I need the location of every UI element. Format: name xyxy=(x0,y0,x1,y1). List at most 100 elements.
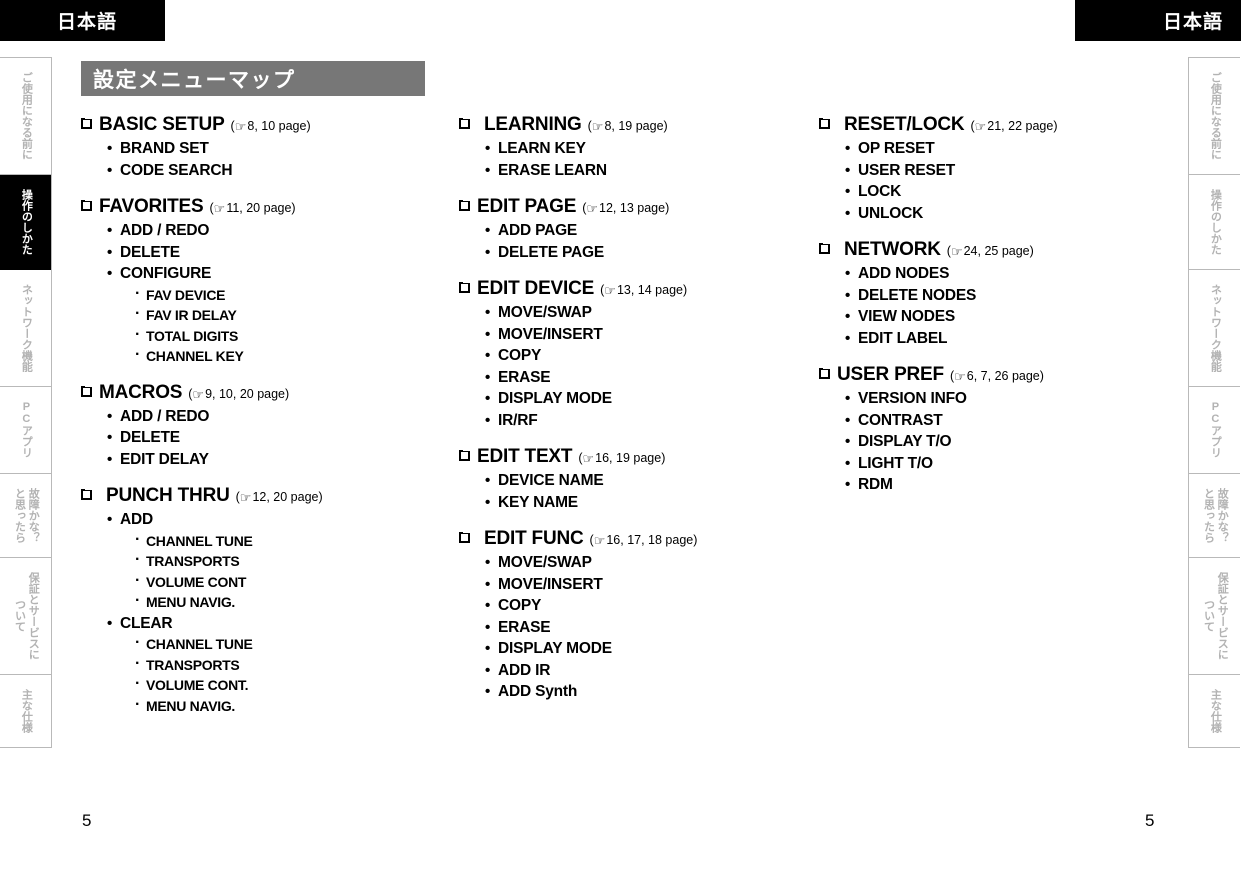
section-tab-left-4[interactable]: 故障かな？ と思ったら xyxy=(0,473,51,558)
section-tab-label: 保証とサービスに ついて xyxy=(1202,571,1229,660)
menu-item[interactable]: OP RESET xyxy=(845,138,1159,160)
menu-item[interactable]: ERASE xyxy=(485,617,819,639)
menu-subitem[interactable]: TRANSPORTS xyxy=(134,550,459,572)
menu-group-title: NETWORK xyxy=(844,239,941,260)
menu-item[interactable]: MOVE/SWAP xyxy=(485,302,819,324)
menu-subitem[interactable]: CHANNEL TUNE xyxy=(134,633,459,655)
section-tab-left-5[interactable]: 保証とサービスに ついて xyxy=(0,557,51,675)
menu-item[interactable]: COPY xyxy=(485,345,819,367)
menu-item[interactable]: ERASE xyxy=(485,367,819,389)
menu-subitem[interactable]: MENU NAVIG. xyxy=(134,591,459,613)
menu-item[interactable]: CODE SEARCH xyxy=(107,160,459,182)
menu-group-header: EDIT PAGE (☞12, 13 page) xyxy=(459,196,819,218)
section-tab-left-1[interactable]: 操作のしかた xyxy=(0,175,51,271)
menu-item-list: LEARN KEY ERASE LEARN xyxy=(459,138,819,181)
menu-item[interactable]: ADD / REDO xyxy=(107,406,459,428)
menu-item[interactable]: DEVICE NAME xyxy=(485,470,819,492)
section-tab-right-2[interactable]: ネットワーク機能 xyxy=(1189,270,1240,388)
page-reference: (☞16, 17, 18 page) xyxy=(589,533,698,549)
section-tab-right-0[interactable]: ご使用になる前に xyxy=(1189,58,1240,176)
section-tab-right-4[interactable]: 故障かな？ と思ったら xyxy=(1189,473,1240,558)
menu-item-list: ADD / REDO DELETE EDIT DELAY xyxy=(81,406,459,471)
menu-item[interactable]: CLEARCHANNEL TUNETRANSPORTSVOLUME CONT.M… xyxy=(107,613,459,717)
section-tab-label: ネットワーク機能 xyxy=(20,284,33,373)
checkbox-icon xyxy=(819,366,832,379)
menu-item[interactable]: BRAND SET xyxy=(107,138,459,160)
menu-item-list: ADD PAGE DELETE PAGE xyxy=(459,220,819,263)
menu-item[interactable]: DELETE xyxy=(107,242,459,264)
language-tab-left-label: 日本語 xyxy=(56,12,117,33)
menu-item[interactable]: EDIT LABEL xyxy=(845,328,1159,350)
menu-item[interactable]: LEARN KEY xyxy=(485,138,819,160)
menu-item[interactable]: ADD CHANNEL TUNETRANSPORTSVOLUME CONTMENU… xyxy=(107,509,459,613)
section-tab-left-3[interactable]: PCアプリ xyxy=(0,387,51,474)
section-tab-left-0[interactable]: ご使用になる前に xyxy=(0,58,51,176)
menu-item[interactable]: USER RESET xyxy=(845,160,1159,182)
menu-item-label: ERASE xyxy=(498,369,551,386)
menu-subitem[interactable]: FAV DEVICE xyxy=(134,284,459,306)
menu-item[interactable]: ADD IR xyxy=(485,660,819,682)
menu-item[interactable]: ADD / REDO xyxy=(107,220,459,242)
menu-item-label: ERASE xyxy=(498,619,551,636)
menu-item[interactable]: CONFIGURE FAV DEVICEFAV IR DELAYTOTAL DIG… xyxy=(107,263,459,367)
section-tab-right-5[interactable]: 保証とサービスに ついて xyxy=(1189,557,1240,675)
menu-subitem-list: CHANNEL TUNETRANSPORTSVOLUME CONTMENU NA… xyxy=(120,530,459,613)
page-reference-label: 13, 14 page xyxy=(616,283,683,297)
menu-item[interactable]: DISPLAY MODE xyxy=(485,388,819,410)
page-reference: (☞24, 25 page) xyxy=(946,244,1034,260)
menu-item[interactable]: DISPLAY MODE xyxy=(485,638,819,660)
menu-item[interactable]: ADD PAGE xyxy=(485,220,819,242)
menu-item[interactable]: CONTRAST xyxy=(845,410,1159,432)
language-tab-left: 日本語 xyxy=(0,0,165,41)
menu-item-label: DELETE xyxy=(120,244,180,261)
menu-item-list: MOVE/SWAP MOVE/INSERT COPY ERASE DISPLAY MOD… xyxy=(459,302,819,431)
menu-item[interactable]: DELETE xyxy=(107,427,459,449)
section-tab-left-6[interactable]: 主な仕様 xyxy=(0,674,51,747)
menu-item[interactable]: EDIT DELAY xyxy=(107,449,459,471)
menu-item-label: ERASE LEARN xyxy=(498,162,607,179)
section-tab-right-6[interactable]: 主な仕様 xyxy=(1189,674,1240,747)
menu-subitem[interactable]: MENU NAVIG. xyxy=(134,695,459,717)
menu-item[interactable]: KEY NAME xyxy=(485,492,819,514)
menu-item[interactable]: LIGHT T/O xyxy=(845,453,1159,475)
menu-item[interactable]: MOVE/INSERT xyxy=(485,324,819,346)
menu-subitem[interactable]: VOLUME CONT xyxy=(134,571,459,593)
page-reference: (☞9, 10, 20 page) xyxy=(188,386,290,403)
menu-item-label: USER RESET xyxy=(858,162,955,179)
menu-item[interactable]: ADD NODES xyxy=(845,263,1159,285)
menu-item[interactable]: ERASE LEARN xyxy=(485,160,819,182)
menu-item[interactable]: DELETE NODES xyxy=(845,285,1159,307)
menu-item[interactable]: MOVE/SWAP xyxy=(485,552,819,574)
menu-item-label: ADD Synth xyxy=(498,683,577,700)
menu-item[interactable]: VIEW NODES xyxy=(845,306,1159,328)
menu-item[interactable]: IR/RF xyxy=(485,410,819,432)
menu-item-list: VERSION INFO CONTRAST DISPLAY T/O LIGHT T/O… xyxy=(819,388,1159,496)
menu-subitem[interactable]: CHANNEL TUNE xyxy=(134,530,459,552)
menu-item[interactable]: ADD Synth xyxy=(485,681,819,703)
menu-item[interactable]: LOCK xyxy=(845,181,1159,203)
menu-item-label: IR/RF xyxy=(498,412,538,429)
section-tab-right-1[interactable]: 操作のしかた xyxy=(1189,175,1240,271)
menu-item[interactable]: COPY xyxy=(485,595,819,617)
menu-item[interactable]: MOVE/INSERT xyxy=(485,574,819,596)
menu-subitem[interactable]: VOLUME CONT. xyxy=(134,674,459,696)
page-reference: (☞21, 22 page) xyxy=(970,119,1058,135)
page-reference: (☞6, 7, 26 page) xyxy=(949,369,1044,385)
menu-subitem[interactable]: TOTAL DIGITS xyxy=(134,325,459,347)
menu-group-header: PUNCH THRU (☞12, 20 page) xyxy=(81,485,459,507)
menu-item-label: ADD / REDO xyxy=(120,222,209,239)
menu-subitem[interactable]: CHANNEL KEY xyxy=(134,345,459,367)
menu-subitem[interactable]: FAV IR DELAY xyxy=(134,304,459,326)
section-tab-left-2[interactable]: ネットワーク機能 xyxy=(0,270,51,388)
menu-group: LEARNING (☞8, 19 page)LEARN KEY ERASE LEAR… xyxy=(459,114,819,181)
menu-item-label: ADD xyxy=(120,511,153,528)
menu-item[interactable]: VERSION INFO xyxy=(845,388,1159,410)
menu-subitem[interactable]: TRANSPORTS xyxy=(134,654,459,676)
menu-item-label: DELETE NODES xyxy=(858,287,976,304)
menu-item[interactable]: DELETE PAGE xyxy=(485,242,819,264)
menu-item[interactable]: UNLOCK xyxy=(845,203,1159,225)
menu-item[interactable]: DISPLAY T/O xyxy=(845,431,1159,453)
menu-item[interactable]: RDM xyxy=(845,474,1159,496)
page-reference: (☞11, 20 page) xyxy=(209,201,296,217)
section-tab-right-3[interactable]: PCアプリ xyxy=(1189,387,1240,474)
